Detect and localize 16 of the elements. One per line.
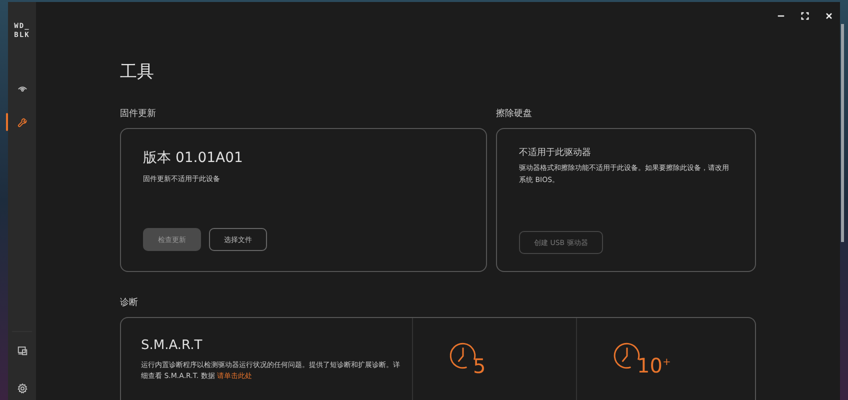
- test-duration: 5: [473, 356, 486, 376]
- card-title: 不适用于此驱动器: [519, 146, 592, 159]
- section-label: 诊断: [120, 296, 139, 309]
- section-label: 擦除硬盘: [496, 108, 533, 120]
- close-icon: [824, 11, 834, 21]
- card-title: S.M.A.R.T: [141, 338, 204, 353]
- section-label: 固件更新: [120, 108, 157, 120]
- test-duration: 10$^{+}$: [637, 353, 671, 376]
- page-title: 工具: [120, 61, 155, 83]
- card-title: 版本 01.01A01: [143, 149, 244, 167]
- scrollbar[interactable]: [841, 24, 844, 242]
- gear-icon: [16, 382, 28, 394]
- maximize-icon: [800, 11, 810, 21]
- devices-icon: [16, 344, 28, 356]
- wrench-icon: [16, 116, 28, 128]
- clock-icon: [613, 342, 641, 370]
